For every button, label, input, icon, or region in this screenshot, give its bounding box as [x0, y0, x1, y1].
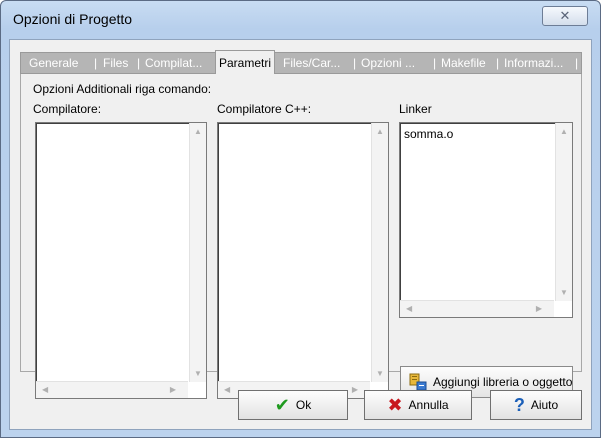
- linker-options-text: somma.o: [404, 127, 454, 141]
- dialog-client-area: Generale | Files | Compilat... Parametri…: [9, 39, 592, 430]
- compiler-label: Compilatore:: [33, 102, 102, 116]
- scroll-left-icon[interactable]: ◀: [224, 385, 230, 394]
- scroll-down-icon[interactable]: ▼: [194, 369, 202, 378]
- scroll-right-icon[interactable]: ▶: [170, 385, 176, 394]
- tab-strip: Generale | Files | Compilat... Parametri…: [20, 50, 582, 74]
- tab-separator: |: [433, 56, 437, 70]
- help-question-icon: ?: [513, 394, 525, 415]
- help-button-label: Aiuto: [530, 398, 559, 412]
- tab-separator: |: [496, 56, 500, 70]
- ok-button-label: Ok: [295, 398, 312, 412]
- scroll-right-icon[interactable]: ▶: [536, 304, 542, 313]
- dialog-window: Opzioni di Progetto ✕ Generale | Files |…: [0, 0, 601, 438]
- ok-button[interactable]: ✔ Ok: [238, 390, 348, 420]
- scroll-down-icon[interactable]: ▼: [560, 288, 568, 297]
- tab-parametri[interactable]: Parametri: [215, 50, 276, 74]
- scroll-left-icon[interactable]: ◀: [42, 385, 48, 394]
- panel-caption: Opzioni Additionali riga comando:: [33, 82, 212, 96]
- scroll-up-icon[interactable]: ▲: [376, 127, 384, 136]
- close-icon: ✕: [559, 8, 571, 23]
- tab-files[interactable]: Files: [103, 53, 128, 73]
- tab-panel-parametri: Opzioni Additionali riga comando: Compil…: [20, 74, 582, 399]
- tab-separator: |: [575, 56, 579, 70]
- cancel-button-label: Annulla: [408, 398, 449, 412]
- scroll-up-icon[interactable]: ▲: [560, 127, 568, 136]
- help-button[interactable]: ? Aiuto: [490, 390, 582, 420]
- title-bar[interactable]: Opzioni di Progetto ✕: [1, 1, 600, 39]
- cpp-compiler-options-textarea[interactable]: ▲ ▼ ◀ ▶: [217, 122, 389, 399]
- cancel-button[interactable]: ✖ Annulla: [364, 390, 472, 420]
- add-library-label: Aggiungi libreria o oggetto: [433, 375, 573, 389]
- window-title: Opzioni di Progetto: [13, 11, 133, 27]
- tab-informazioni[interactable]: Informazi...: [504, 53, 563, 73]
- cancel-x-icon: ✖: [387, 394, 403, 415]
- tab-separator: |: [137, 56, 141, 70]
- horizontal-scrollbar[interactable]: ◀ ▶: [36, 381, 188, 398]
- tab-files-cartelle[interactable]: Files/Car...: [283, 53, 340, 73]
- cpp-compiler-label: Compilatore C++:: [217, 102, 312, 116]
- tab-compilatore[interactable]: Compilat...: [145, 53, 202, 73]
- scroll-up-icon[interactable]: ▲: [194, 127, 202, 136]
- tab-opzioni[interactable]: Opzioni ...: [361, 53, 415, 73]
- linker-label: Linker: [399, 102, 432, 116]
- library-add-icon: [409, 373, 427, 391]
- close-button[interactable]: ✕: [542, 6, 588, 26]
- vertical-scrollbar[interactable]: ▲ ▼: [555, 123, 572, 301]
- linker-options-textarea[interactable]: somma.o ▲ ▼ ◀ ▶: [399, 122, 573, 318]
- vertical-scrollbar[interactable]: ▲ ▼: [189, 123, 206, 382]
- scroll-left-icon[interactable]: ◀: [406, 304, 412, 313]
- tab-generale[interactable]: Generale: [29, 53, 78, 73]
- tab-makefile[interactable]: Makefile: [441, 53, 486, 73]
- tab-separator: |: [94, 56, 98, 70]
- check-icon: ✔: [274, 394, 290, 415]
- tab-separator: |: [353, 56, 357, 70]
- scroll-down-icon[interactable]: ▼: [376, 369, 384, 378]
- compiler-options-textarea[interactable]: ▲ ▼ ◀ ▶: [35, 122, 207, 399]
- scroll-right-icon[interactable]: ▶: [352, 385, 358, 394]
- vertical-scrollbar[interactable]: ▲ ▼: [371, 123, 388, 382]
- horizontal-scrollbar[interactable]: ◀ ▶: [400, 300, 554, 317]
